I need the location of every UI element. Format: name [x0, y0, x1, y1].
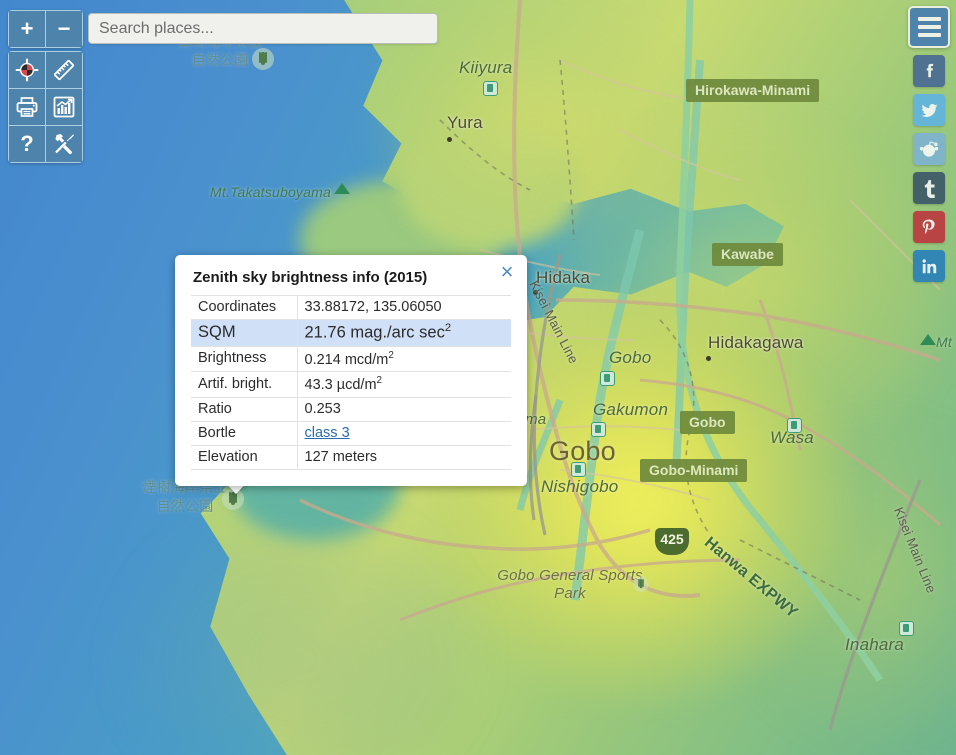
- tool-controls: ?: [8, 51, 83, 163]
- right-rail: [908, 6, 950, 282]
- row-label: SQM: [191, 319, 298, 346]
- twitter-share-button[interactable]: [913, 94, 945, 126]
- close-icon[interactable]: ×: [496, 261, 518, 283]
- menu-button[interactable]: [908, 6, 950, 48]
- row-label: Coordinates: [191, 295, 298, 320]
- river-layer: [516, 59, 704, 601]
- tumblr-share-button[interactable]: [913, 172, 945, 204]
- expressway-layer: [675, 0, 883, 682]
- row-value-text: 0.253: [304, 401, 341, 418]
- row-value: 21.76 mag./arc sec2: [297, 320, 511, 347]
- crosshair-target-icon: [15, 58, 39, 82]
- table-row: Brightness 0.214 mcd/m2: [191, 346, 511, 372]
- row-value: 0.253: [297, 398, 511, 422]
- row-value: class 3: [297, 422, 511, 446]
- row-value-sup: 2: [376, 375, 383, 387]
- row-value: 0.214 mcd/m2: [297, 346, 511, 372]
- popup-title: Zenith sky brightness info (2015): [193, 269, 428, 286]
- row-value-sup: 2: [388, 349, 394, 361]
- bar-chart-icon: [52, 95, 76, 119]
- light-pollution-map-app: 白崎海岸県立 自然公園 煙樹海岸県立 自然公園 Kiiyura Yura Mt.…: [0, 0, 956, 755]
- table-row: Bortle class 3: [191, 421, 511, 446]
- linkedin-icon: [921, 258, 938, 275]
- row-label: Ratio: [191, 397, 298, 422]
- locate-button[interactable]: [9, 52, 45, 88]
- statistics-button[interactable]: [46, 89, 82, 125]
- settings-button[interactable]: [46, 126, 82, 162]
- table-body: Coordinates 33.88172, 135.06050 SQM 21.7…: [191, 295, 511, 470]
- row-value: 127 meters: [297, 446, 511, 470]
- help-button[interactable]: ?: [9, 126, 45, 162]
- measure-button[interactable]: [46, 52, 82, 88]
- zoom-in-button[interactable]: +: [9, 11, 45, 47]
- row-value-text: 127 meters: [304, 449, 378, 466]
- row-label: Artif. bright.: [191, 371, 298, 398]
- row-label: Brightness: [191, 346, 298, 372]
- reddit-share-button[interactable]: [913, 133, 945, 165]
- linkedin-share-button[interactable]: [913, 250, 945, 282]
- facebook-icon: [920, 62, 938, 80]
- table-row: Elevation 127 meters: [191, 445, 511, 470]
- table-row: SQM 21.76 mag./arc sec2: [191, 319, 511, 347]
- row-value-sup: 2: [444, 322, 452, 334]
- sky-brightness-popup: × Zenith sky brightness info (2015) Coor…: [175, 255, 527, 487]
- row-value-text: 33.88172, 135.06050: [304, 299, 442, 315]
- row-value-text: 21.76 mag./arc sec: [304, 323, 445, 342]
- row-label: Elevation: [191, 445, 298, 470]
- search-input[interactable]: [88, 13, 438, 44]
- tumblr-icon: [922, 179, 937, 198]
- zoom-controls: + −: [8, 10, 83, 48]
- pinterest-share-button[interactable]: [913, 211, 945, 243]
- pinterest-icon: [920, 218, 938, 236]
- printer-icon: [15, 95, 39, 119]
- reddit-icon: [919, 139, 939, 159]
- print-button[interactable]: [9, 89, 45, 125]
- tools-icon: [52, 132, 76, 156]
- row-value-text: 43.3 µcd/m: [304, 377, 377, 394]
- row-value-text: 0.214 mcd/m: [304, 351, 389, 368]
- facebook-share-button[interactable]: [913, 55, 945, 87]
- table-row: Artif. bright. 43.3 µcd/m2: [191, 371, 511, 398]
- table-row: Ratio 0.253: [191, 397, 511, 422]
- ruler-icon: [52, 58, 76, 82]
- zoom-out-button[interactable]: −: [46, 11, 82, 47]
- sky-brightness-table: Coordinates 33.88172, 135.06050 SQM 21.7…: [191, 295, 511, 470]
- row-value: 43.3 µcd/m2: [297, 372, 511, 398]
- table-row: Coordinates 33.88172, 135.06050: [191, 295, 511, 320]
- twitter-icon: [920, 101, 939, 120]
- bortle-class-link[interactable]: class 3: [305, 425, 350, 441]
- row-label: Bortle: [191, 421, 298, 446]
- row-value: 33.88172, 135.06050: [297, 296, 511, 320]
